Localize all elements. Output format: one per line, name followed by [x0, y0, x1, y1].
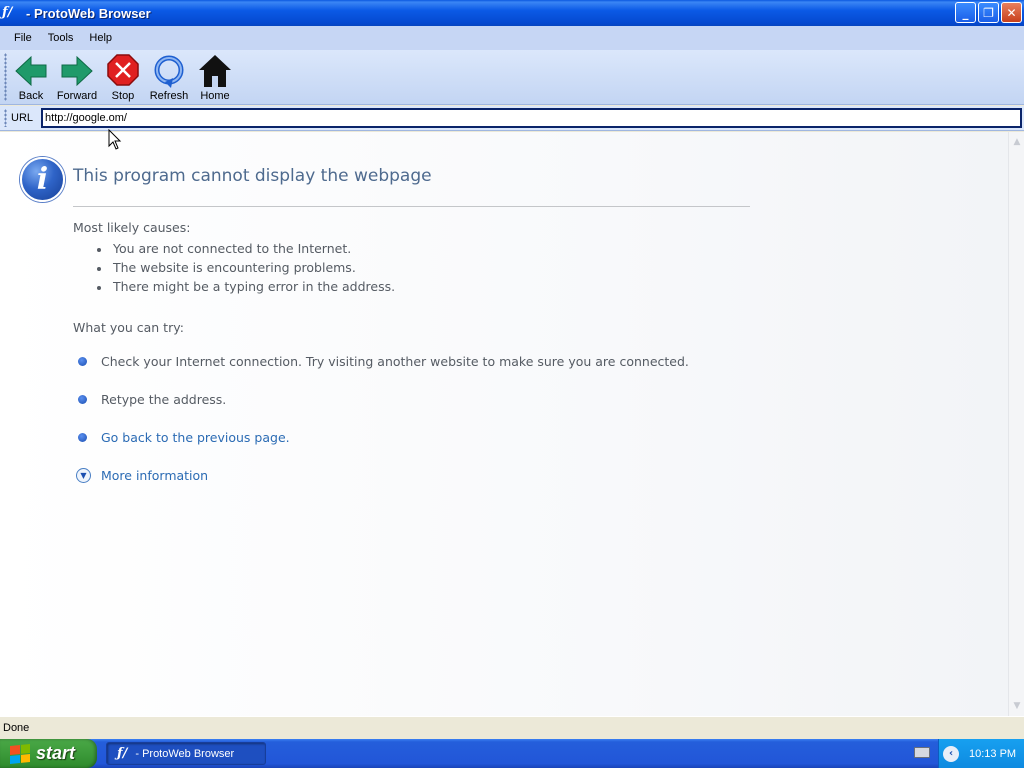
address-grip[interactable] — [4, 109, 7, 127]
vertical-scrollbar[interactable]: ▲ ▼ — [1008, 132, 1024, 716]
refresh-label: Refresh — [149, 90, 189, 102]
toolbar: Back Forward Stop Refresh Home — [0, 50, 1024, 105]
causes-list: You are not connected to the Internet. T… — [93, 241, 395, 298]
home-button[interactable]: Home — [195, 50, 235, 102]
more-information[interactable]: ▼ More information — [76, 468, 208, 483]
title-bar[interactable]: ƒ/ - ProtoWeb Browser _ ❐ ✕ — [0, 0, 1024, 26]
right-arrow-icon — [61, 55, 93, 87]
back-button[interactable]: Back — [11, 50, 51, 102]
url-label: URL — [11, 112, 34, 124]
clock[interactable]: 10:13 PM — [969, 748, 1016, 760]
app-icon: ƒ/ — [117, 746, 128, 761]
left-arrow-icon — [15, 55, 47, 87]
more-information-link[interactable]: More information — [101, 468, 208, 483]
address-bar: URL — [0, 106, 1024, 131]
scroll-up-icon[interactable]: ▲ — [1011, 136, 1023, 148]
maximize-button[interactable]: ❐ — [978, 2, 999, 23]
info-icon: i — [20, 157, 65, 202]
blue-bullet-icon — [78, 433, 87, 442]
bullet-icon — [97, 248, 101, 252]
stop-sign-icon — [107, 54, 139, 86]
try-item-check-connection: Check your Internet connection. Try visi… — [78, 354, 689, 369]
list-item: The website is encountering problems. — [93, 260, 395, 279]
divider — [73, 206, 750, 207]
stop-label: Stop — [111, 90, 135, 102]
window-title: - ProtoWeb Browser — [26, 5, 151, 21]
page-content: i This program cannot display the webpag… — [0, 132, 1008, 716]
forward-button[interactable]: Forward — [57, 50, 97, 102]
forward-label: Forward — [56, 90, 98, 102]
blue-bullet-icon — [78, 395, 87, 404]
go-back-link[interactable]: Go back to the previous page. — [101, 430, 290, 445]
causes-heading: Most likely causes: — [73, 220, 191, 235]
app-icon: ƒ/ — [2, 5, 13, 20]
tray-expand-icon[interactable]: ‹ — [943, 745, 959, 762]
menu-help[interactable]: Help — [81, 32, 120, 44]
list-item: You are not connected to the Internet. — [93, 241, 395, 260]
taskbar-window-label: - ProtoWeb Browser — [135, 747, 235, 760]
blue-bullet-icon — [78, 357, 87, 366]
close-button[interactable]: ✕ — [1001, 2, 1022, 23]
minimize-button[interactable]: _ — [955, 2, 976, 23]
toolbar-grip[interactable] — [4, 53, 7, 101]
keyboard-icon[interactable] — [914, 747, 930, 758]
taskbar: start ƒ/ - ProtoWeb Browser ‹ 10:13 PM — [0, 739, 1024, 768]
status-bar: Done — [0, 716, 1024, 739]
windows-flag-icon — [10, 743, 30, 764]
url-input[interactable] — [41, 108, 1023, 128]
back-label: Back — [18, 90, 44, 102]
window-controls: _ ❐ ✕ — [955, 2, 1022, 23]
menu-file[interactable]: File — [6, 32, 40, 44]
menu-bar: File Tools Help — [0, 26, 1024, 50]
stop-button[interactable]: Stop — [103, 50, 143, 102]
start-button[interactable]: start — [0, 739, 97, 768]
chevron-down-icon: ▼ — [76, 468, 91, 483]
try-item-go-back: Go back to the previous page. — [78, 430, 290, 445]
try-heading: What you can try: — [73, 320, 184, 335]
system-tray: ‹ 10:13 PM — [938, 739, 1024, 768]
home-label: Home — [200, 90, 230, 102]
refresh-icon — [154, 55, 184, 88]
list-item: There might be a typing error in the add… — [93, 279, 395, 298]
start-label: start — [36, 743, 76, 763]
menu-tools[interactable]: Tools — [40, 32, 82, 44]
bullet-icon — [97, 267, 101, 271]
status-text: Done — [3, 722, 30, 734]
try-item-retype: Retype the address. — [78, 392, 226, 407]
page-title: This program cannot display the webpage — [73, 166, 432, 186]
bullet-icon — [97, 286, 101, 290]
taskbar-window-button[interactable]: ƒ/ - ProtoWeb Browser — [106, 742, 266, 765]
home-icon — [199, 55, 231, 87]
mouse-cursor-icon — [108, 129, 122, 150]
refresh-button[interactable]: Refresh — [149, 50, 189, 102]
scroll-down-icon[interactable]: ▼ — [1011, 700, 1023, 712]
